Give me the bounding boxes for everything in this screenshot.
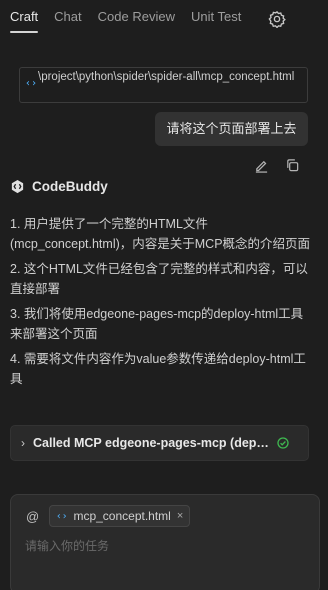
codebuddy-logo-icon xyxy=(11,179,24,194)
attached-file-path[interactable]: ‹› \project\python\spider\spider-all\mcp… xyxy=(19,67,308,103)
check-circle-icon xyxy=(277,437,289,449)
code-icon: ‹› xyxy=(56,510,68,522)
tab-unit-test[interactable]: Unit Test xyxy=(191,0,241,36)
message-actions xyxy=(254,158,300,173)
context-file-chip[interactable]: ‹› mcp_concept.html × xyxy=(49,505,191,527)
tab-code-review[interactable]: Code Review xyxy=(98,0,175,36)
task-input[interactable] xyxy=(25,539,305,553)
step-item: 4. 需要将文件内容作为value参数传递给deploy-html工具 xyxy=(10,352,306,386)
step-item: 2. 这个HTML文件已经包含了完整的样式和内容，可以直接部署 xyxy=(10,262,308,296)
chevron-right-icon: › xyxy=(21,436,25,450)
copy-icon[interactable] xyxy=(285,158,300,173)
assistant-name: CodeBuddy xyxy=(32,179,108,194)
mention-button[interactable]: @ xyxy=(26,509,39,524)
step-item: 1. 用户提供了一个完整的HTML文件(mcp_concept.html)，内容… xyxy=(10,217,311,251)
tab-chat[interactable]: Chat xyxy=(54,0,81,36)
remove-context-button[interactable]: × xyxy=(177,510,183,522)
assistant-header: CodeBuddy xyxy=(10,179,108,194)
user-message: 请将这个页面部署上去 xyxy=(155,112,308,146)
task-composer: @ ‹› mcp_concept.html × xyxy=(10,494,320,590)
context-file-name: mcp_concept.html xyxy=(73,509,171,523)
mcp-tool-call-expander[interactable]: › Called MCP edgeone-pages-mcp (deploy-h… xyxy=(10,425,309,461)
code-icon: ‹› xyxy=(25,78,38,89)
tool-call-label: Called MCP edgeone-pages-mcp (deploy-htm… xyxy=(33,436,271,450)
edit-icon[interactable] xyxy=(254,158,269,173)
step-item: 3. 我们将使用edgeone-pages-mcp的deploy-html工具来… xyxy=(10,307,304,341)
gear-icon[interactable] xyxy=(268,10,286,28)
file-path-text: \project\python\spider\spider-all\mcp_co… xyxy=(38,71,295,83)
assistant-message: 1. 用户提供了一个完整的HTML文件(mcp_concept.html)，内容… xyxy=(10,214,315,394)
tab-craft[interactable]: Craft xyxy=(10,0,39,36)
